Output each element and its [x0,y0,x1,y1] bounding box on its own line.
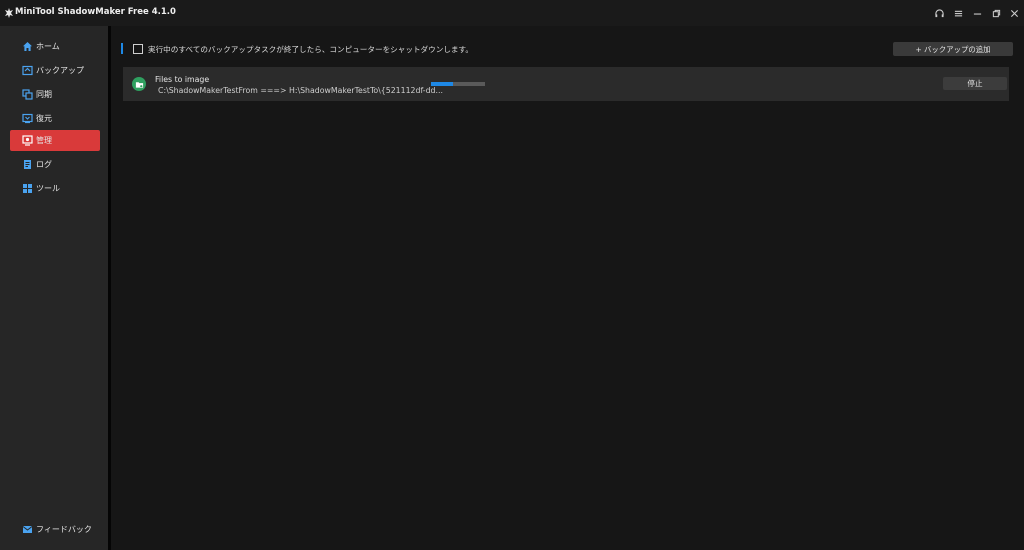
sidebar-item-log[interactable]: ログ [10,154,100,175]
restore-icon[interactable] [989,6,1003,20]
mail-icon [22,526,33,533]
sidebar-item-label: 復元 [36,114,52,123]
sync-icon [22,89,33,100]
task-progress-fill [431,82,453,86]
sidebar-item-restore[interactable]: 復元 [10,108,100,129]
feedback-label: フィードバック [36,525,92,534]
sidebar-item-label: ホーム [36,42,60,51]
folder-image-icon [132,77,146,91]
stop-button[interactable]: 停止 [943,77,1007,90]
task-row[interactable]: Files to image C:\ShadowMakerTestFrom ==… [123,67,1009,101]
feedback-button[interactable]: フィードバック [10,520,100,538]
restore-icon [22,113,33,124]
app-logo-icon [5,8,13,18]
task-progress-bar [431,82,485,86]
main-panel: 実行中のすべてのバックアップタスクが終了したら、コンピューターをシャットダウンし… [111,26,1024,550]
home-icon [23,42,32,51]
sidebar-item-manage[interactable]: 管理 [10,130,100,151]
headset-icon[interactable] [932,6,946,20]
backup-icon [22,65,33,76]
sidebar-item-sync[interactable]: 同期 [10,84,100,105]
shutdown-checkbox-label: 実行中のすべてのバックアップタスクが終了したら、コンピューターをシャットダウンし… [148,45,473,54]
sidebar-item-backup[interactable]: バックアップ [10,60,100,81]
manage-icon [22,135,33,146]
sidebar-item-home[interactable]: ホーム [10,36,100,57]
sidebar-item-label: 同期 [36,90,52,99]
sidebar-item-tools[interactable]: ツール [10,178,100,199]
app-title: MiniTool ShadowMaker Free 4.1.0 [15,7,176,17]
minimize-icon[interactable] [970,6,984,20]
add-backup-button[interactable]: + バックアップの追加 [893,42,1013,56]
menu-icon[interactable] [951,6,965,20]
tools-icon [23,184,32,193]
sidebar-item-label: ツール [36,184,60,193]
log-icon [24,160,31,169]
close-icon[interactable] [1007,6,1021,20]
shutdown-checkbox[interactable] [133,44,143,54]
sidebar: ホーム バックアップ 同期 復元 管理 ログ ツール フィードバック [0,26,108,550]
sidebar-item-label: 管理 [36,136,52,145]
section-accent-bar [121,43,123,54]
sidebar-item-label: バックアップ [36,66,84,75]
title-bar: MiniTool ShadowMaker Free 4.1.0 [0,0,1024,26]
task-name: Files to image [155,75,210,84]
task-path: C:\ShadowMakerTestFrom ===> H:\ShadowMak… [158,86,443,95]
sidebar-item-label: ログ [36,160,52,169]
